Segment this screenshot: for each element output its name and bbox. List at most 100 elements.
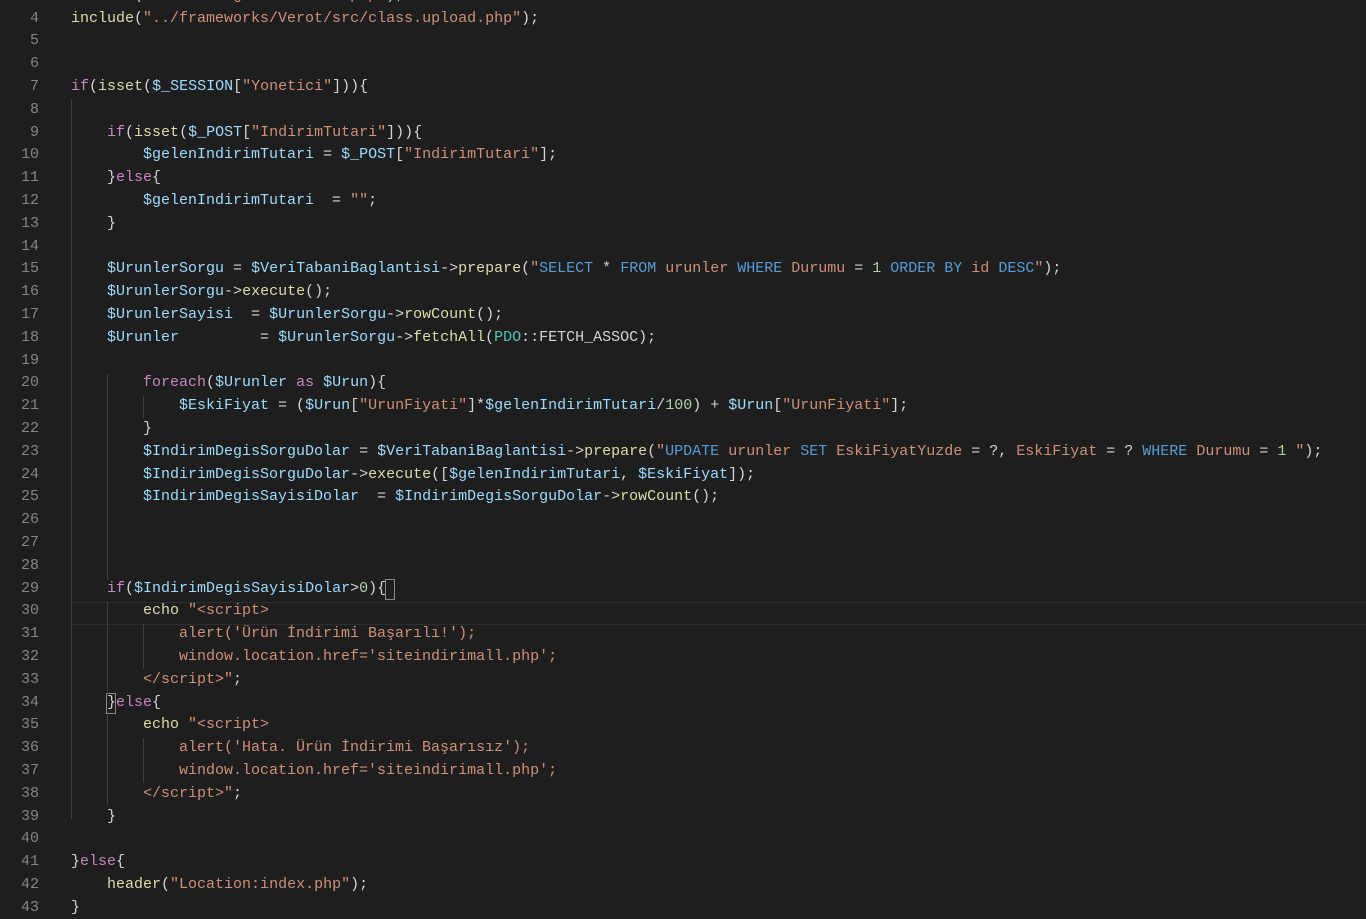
code-line[interactable]: 12 $gelenIndirimTutari = ""; bbox=[0, 190, 1366, 213]
code-line[interactable]: 32 window.location.href='siteindirimall.… bbox=[0, 646, 1366, 669]
code-token: ( bbox=[206, 374, 216, 392]
line-number: 24 bbox=[20, 465, 39, 483]
code-line[interactable]: 9 if(isset($_POST["IndirimTutari"])){ bbox=[0, 122, 1366, 145]
code-line[interactable]: 20 foreach($Urunler as $Urun){ bbox=[0, 372, 1366, 395]
code-line[interactable]: 8 bbox=[0, 99, 1366, 122]
code-line[interactable]: 4 include("../frameworks/Verot/src/class.… bbox=[0, 8, 1366, 31]
code-editor[interactable]: 3include("../settings/functions.php");4i… bbox=[0, 0, 1366, 919]
line-number: 5 bbox=[29, 32, 39, 50]
line-code: include("../settings/functions.php"); bbox=[71, 0, 404, 8]
code-line[interactable]: 16 $UrunlerSorgu->execute(); bbox=[0, 281, 1366, 304]
code-line[interactable]: 41}else{ bbox=[0, 851, 1366, 874]
code-line[interactable]: 38 </script>"; bbox=[0, 783, 1366, 806]
line-number: 39 bbox=[20, 807, 39, 825]
code-line[interactable]: 35 echo "<script> bbox=[0, 714, 1366, 737]
code-line[interactable]: 39 } bbox=[0, 806, 1366, 829]
code-token: > bbox=[350, 579, 360, 597]
code-token: "IndirimTutari" bbox=[404, 146, 540, 164]
code-token: = bbox=[224, 260, 252, 278]
line-number: 42 bbox=[20, 875, 39, 893]
code-line[interactable]: 36 alert('Hata. Ürün İndirimi Başarısız'… bbox=[0, 737, 1366, 760]
code-token: $VeriTabaniBaglantisi bbox=[251, 260, 441, 278]
code-token: "../frameworks/Verot/src/class.upload.ph… bbox=[143, 9, 522, 27]
code-line[interactable]: 6 bbox=[0, 53, 1366, 76]
code-line[interactable]: 17 $UrunlerSayisi = $UrunlerSorgu->rowCo… bbox=[0, 304, 1366, 327]
code-token: $VeriTabaniBaglantisi bbox=[377, 442, 567, 460]
current-line-highlight bbox=[71, 602, 1366, 625]
code-line[interactable]: 22 } bbox=[0, 418, 1366, 441]
code-token: include bbox=[71, 0, 134, 4]
code-line[interactable]: 31 alert('Ürün İndirimi Başarılı!'); bbox=[0, 623, 1366, 646]
code-token: ]; bbox=[890, 397, 909, 415]
line-code: $UrunlerSayisi = $UrunlerSorgu->rowCount… bbox=[71, 304, 503, 327]
code-line[interactable]: 14 bbox=[0, 236, 1366, 259]
code-line[interactable]: 15 $UrunlerSorgu = $VeriTabaniBaglantisi… bbox=[0, 258, 1366, 281]
code-line[interactable]: 28 bbox=[0, 555, 1366, 578]
code-token: EskiFiyat bbox=[1016, 442, 1107, 460]
code-token: else bbox=[116, 169, 153, 187]
code-token: * bbox=[593, 260, 621, 278]
code-token: $gelenIndirimTutari bbox=[485, 397, 657, 415]
code-token: 1 bbox=[1277, 442, 1287, 460]
line-number: 11 bbox=[20, 169, 39, 187]
code-token: [ bbox=[773, 397, 783, 415]
code-token: $UrunlerSorgu bbox=[269, 305, 387, 323]
code-line[interactable]: 13 } bbox=[0, 213, 1366, 236]
code-token: = bbox=[314, 191, 351, 209]
code-line[interactable]: 18 $Urunler = $UrunlerSorgu->fetchAll(PD… bbox=[0, 327, 1366, 350]
code-line[interactable]: 29 if($IndirimDegisSayisiDolar>0){ bbox=[0, 578, 1366, 601]
code-token: fetchAll bbox=[413, 328, 486, 346]
code-line[interactable]: 34 }else{ bbox=[0, 692, 1366, 715]
code-token: = bbox=[854, 260, 873, 278]
line-code: }else{ bbox=[71, 692, 161, 715]
code-line[interactable]: 10 $gelenIndirimTutari = $_POST["Indirim… bbox=[0, 144, 1366, 167]
code-token: WHERE bbox=[1142, 442, 1188, 460]
line-code: echo "<script> bbox=[71, 714, 269, 737]
code-line[interactable]: 11 }else{ bbox=[0, 167, 1366, 190]
code-line[interactable]: 26 bbox=[0, 509, 1366, 532]
code-token: header bbox=[107, 875, 162, 893]
code-line[interactable]: 3 include("../settings/functions.php"); bbox=[0, 0, 1366, 8]
line-code: $UrunlerSorgu = $VeriTabaniBaglantisi->p… bbox=[71, 258, 1061, 281]
code-line[interactable]: 7 if(isset($_SESSION["Yonetici"])){ bbox=[0, 76, 1366, 99]
code-token: else bbox=[116, 693, 153, 711]
code-line[interactable]: 5 bbox=[0, 30, 1366, 53]
line-code: }else{ bbox=[71, 851, 125, 874]
line-code: if(isset($_SESSION["Yonetici"])){ bbox=[71, 76, 368, 99]
code-line[interactable]: 24 $IndirimDegisSorguDolar->execute([$ge… bbox=[0, 464, 1366, 487]
line-number: 21 bbox=[20, 397, 39, 415]
line-number: 23 bbox=[20, 442, 39, 460]
code-token: } bbox=[71, 214, 117, 232]
line-code: $IndirimDegisSayisiDolar = $IndirimDegis… bbox=[71, 486, 719, 509]
code-line[interactable]: 33 </script>"; bbox=[0, 669, 1366, 692]
code-token: else bbox=[80, 853, 117, 871]
code-line[interactable]: 19 bbox=[0, 350, 1366, 373]
code-line[interactable]: 37 window.location.href='siteindirimall.… bbox=[0, 760, 1366, 783]
code-token: $UrunlerSorgu bbox=[107, 283, 225, 301]
code-token: "../settings/functions.php" bbox=[143, 0, 386, 4]
line-code: alert('Ürün İndirimi Başarılı!'); bbox=[71, 623, 476, 646]
code-line[interactable]: 40 bbox=[0, 828, 1366, 851]
code-token: $Urun bbox=[305, 397, 351, 415]
code-token: ; bbox=[233, 784, 243, 802]
code-line[interactable]: 23 $IndirimDegisSorguDolar = $VeriTabani… bbox=[0, 441, 1366, 464]
code-token: "" bbox=[350, 191, 369, 209]
code-line[interactable]: 21 $EskiFiyat = ($Urun["UrunFiyati"]*$ge… bbox=[0, 395, 1366, 418]
line-number: 15 bbox=[20, 260, 39, 278]
code-line[interactable]: 25 $IndirimDegisSayisiDolar = $IndirimDe… bbox=[0, 486, 1366, 509]
line-code: alert('Hata. Ürün İndirimi Başarısız'); bbox=[71, 737, 530, 760]
code-token: $gelenIndirimTutari bbox=[449, 465, 621, 483]
code-line[interactable]: 42 header("Location:index.php"); bbox=[0, 874, 1366, 897]
code-token: ORDER BY bbox=[881, 260, 972, 278]
code-token: ( bbox=[125, 579, 135, 597]
code-token: ){ bbox=[368, 579, 387, 597]
code-token: FROM bbox=[620, 260, 657, 278]
code-line[interactable]: 43} bbox=[0, 897, 1366, 919]
code-token: if bbox=[71, 78, 90, 95]
line-code: $UrunlerSorgu->execute(); bbox=[71, 281, 332, 304]
code-line[interactable]: 27 bbox=[0, 532, 1366, 555]
